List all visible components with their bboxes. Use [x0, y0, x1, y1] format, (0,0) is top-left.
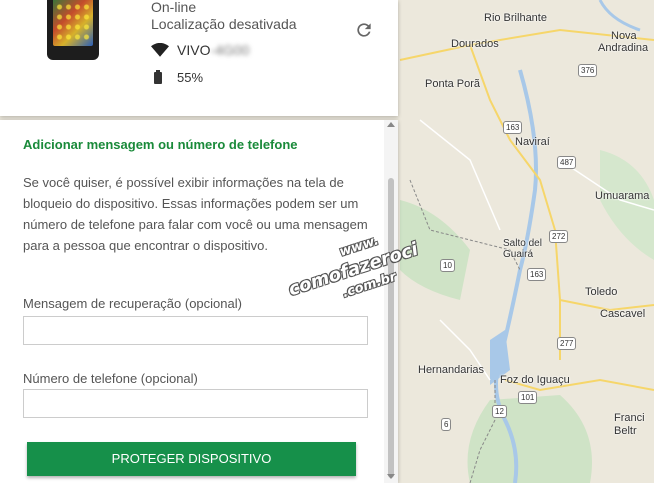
map-city-label: Franci Beltr	[614, 412, 645, 437]
route-shield: 376	[578, 64, 598, 77]
route-shield: 163	[503, 121, 523, 134]
map-city-label: Hernandarias	[418, 364, 485, 376]
route-shield: 101	[518, 391, 538, 404]
phone-label: Número de telefone (opcional)	[23, 371, 198, 386]
protect-device-button[interactable]: PROTEGER DISPOSITIVO	[27, 442, 356, 476]
scroll-down-arrow-icon[interactable]	[387, 474, 395, 479]
message-label: Mensagem de recuperação (opcional)	[23, 296, 242, 311]
location-status: Localização desativada	[151, 16, 297, 32]
wifi-icon	[151, 42, 169, 57]
route-shield: 272	[549, 230, 569, 243]
map-city-label: Salto del Guairá	[503, 238, 542, 260]
scrollbar[interactable]	[384, 120, 398, 483]
map-city-label: Toledo	[585, 286, 618, 298]
form-title: Adicionar mensagem ou número de telefone	[23, 137, 298, 152]
battery-icon	[154, 70, 162, 84]
map-city-label: Cascavel	[600, 308, 646, 320]
network-hidden: -4G00	[210, 42, 250, 58]
map-city-label: Foz do Iguaçu	[500, 374, 570, 386]
refresh-icon[interactable]	[354, 20, 374, 40]
phone-input[interactable]	[23, 389, 368, 418]
device-card: On-line Localização desativada VIVO-4G00…	[0, 0, 398, 116]
network-label: VIVO	[177, 42, 211, 58]
route-shield: 10	[440, 259, 455, 272]
online-status: On-line	[151, 0, 197, 15]
scroll-up-arrow-icon[interactable]	[387, 122, 395, 127]
map-city-label: Ponta Porã	[425, 78, 481, 90]
route-shield: 487	[557, 156, 577, 169]
battery-level: 55%	[177, 70, 204, 85]
network-name: VIVO-4G00	[177, 42, 249, 58]
map-city-label: Umuarama	[595, 190, 650, 202]
map-city-label: Rio Brilhante	[484, 12, 547, 24]
map-city-label: Andradina	[598, 42, 649, 54]
phone-image	[47, 0, 99, 60]
route-shield: 6	[441, 418, 452, 431]
message-input[interactable]	[23, 316, 368, 345]
map-city-label: Naviraí	[515, 136, 550, 148]
map-city-label: Nova	[611, 30, 637, 42]
route-shield: 163	[527, 268, 547, 281]
route-shield: 277	[557, 337, 577, 350]
form-description: Se você quiser, é possível exibir inform…	[23, 175, 368, 253]
route-shield: 12	[492, 405, 507, 418]
map-city-label: Dourados	[451, 38, 499, 50]
scrollbar-thumb[interactable]	[388, 178, 394, 478]
